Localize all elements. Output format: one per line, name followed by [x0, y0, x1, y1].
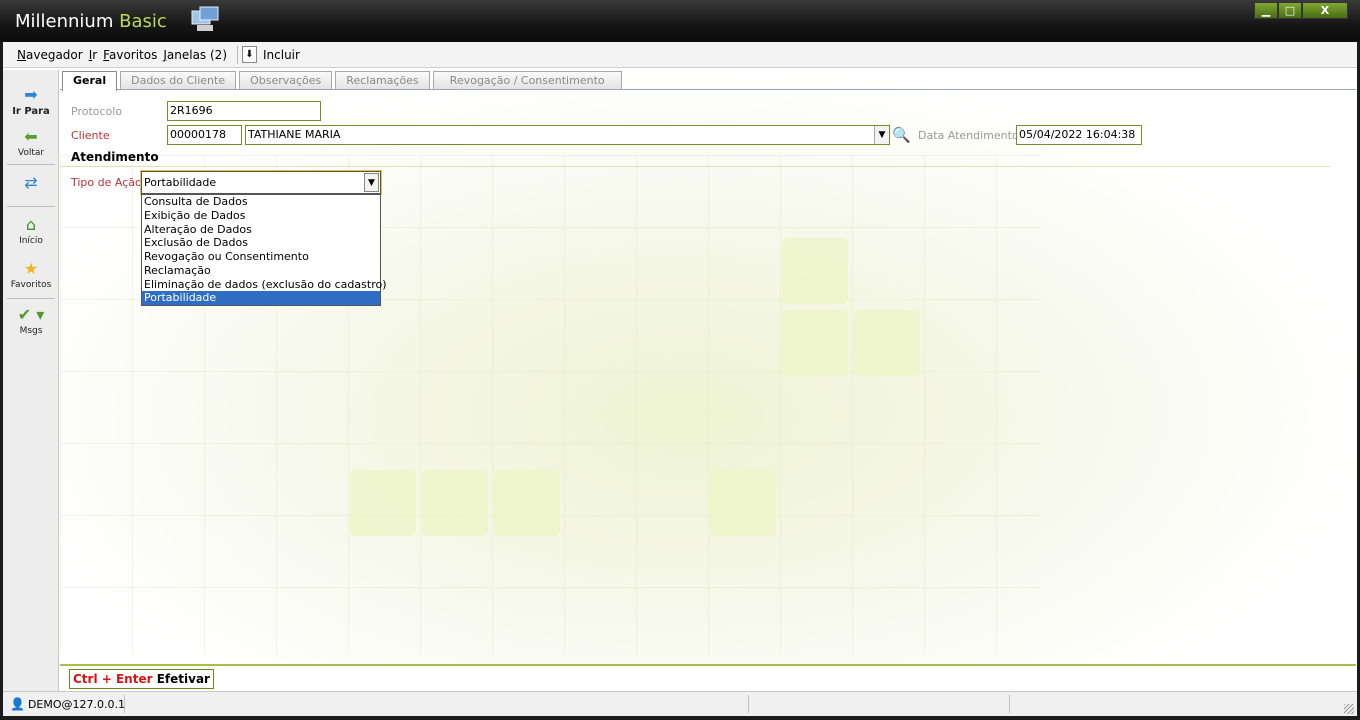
cliente-label: Cliente	[71, 129, 110, 142]
efetivar-button[interactable]: Ctrl + Enter Efetivar	[69, 669, 214, 689]
menu-separator	[237, 45, 238, 64]
protocolo-label: Protocolo	[71, 105, 123, 118]
status-user-text: DEMO@127.0.0.1	[27, 697, 126, 711]
option-exclusao[interactable]: Exclusão de Dados	[142, 236, 380, 250]
option-reclamacao[interactable]: Reclamação	[142, 264, 380, 278]
efetivar-label: Efetivar	[156, 672, 210, 686]
app-title: Millennium Basic	[15, 11, 167, 32]
option-alteracao[interactable]: Alteração de Dados	[142, 223, 380, 237]
background-tile	[782, 238, 848, 304]
background-tile	[422, 470, 488, 536]
minimize-button[interactable]: ▁	[1254, 2, 1278, 19]
user-icon: 👤	[10, 697, 25, 711]
tab-reclamacoes[interactable]: Reclamações	[335, 71, 430, 89]
action-bar: Ctrl + Enter Efetivar	[60, 664, 1356, 691]
background-tile	[710, 470, 776, 536]
cliente-code-field[interactable]: 00000178	[167, 125, 242, 145]
close-button[interactable]: X	[1302, 2, 1348, 19]
option-portabilidade[interactable]: Portabilidade	[142, 291, 380, 305]
app-title-main: Millennium	[15, 11, 114, 32]
background-tile	[782, 310, 848, 376]
window-controls: ▁ □ X	[1254, 2, 1348, 19]
option-consulta[interactable]: Consulta de Dados	[142, 195, 380, 209]
search-icon[interactable]: 🔍	[892, 126, 911, 144]
sidebar-item-label: Voltar	[17, 148, 45, 158]
chevron-down-icon[interactable]: ▼	[874, 126, 889, 144]
sidebar-divider	[7, 298, 55, 299]
arrow-right-icon: ➡	[24, 85, 38, 104]
shortcut-label: Ctrl + Enter	[73, 672, 153, 686]
cliente-name-value: TATHIANE MARIA	[248, 128, 341, 141]
menu-navegador[interactable]: Navegador	[17, 48, 83, 62]
menu-favoritos[interactable]: Favoritos	[103, 48, 157, 62]
menu-bar: Navegador Ir Favoritos Janelas (2) ⬇ Inc…	[3, 42, 1357, 68]
tipo-acao-value: Portabilidade	[144, 176, 217, 189]
status-divider	[1009, 695, 1010, 713]
tab-geral[interactable]: Geral	[62, 71, 118, 91]
sidebar-item-inicio[interactable]: ⌂ Início	[3, 215, 59, 247]
option-exibicao[interactable]: Exibição de Dados	[142, 209, 380, 223]
section-divider	[60, 166, 1330, 167]
arrow-left-icon: ⬅	[24, 127, 38, 146]
cliente-name-combo[interactable]: TATHIANE MARIA ▼	[245, 125, 890, 145]
tab-strip: Geral Dados do Cliente Observações Recla…	[62, 71, 625, 91]
status-divider	[124, 695, 125, 713]
tipo-acao-select[interactable]: Portabilidade ▼	[141, 171, 381, 194]
background-tile	[350, 470, 416, 536]
chevron-down-icon[interactable]: ▼	[364, 173, 379, 192]
sidebar-divider	[7, 164, 55, 165]
arrow-down-icon: ⬇	[242, 46, 257, 63]
sidebar: ➡ Ir Para ⬅ Voltar ⇄ ⌂ Início ★ Favorito…	[3, 70, 59, 691]
maximize-button[interactable]: □	[1278, 2, 1302, 19]
protocolo-field[interactable]: 2R1696	[167, 101, 321, 121]
content-area: Geral Dados do Cliente Observações Recla…	[60, 70, 1356, 664]
status-divider	[748, 695, 749, 713]
sidebar-divider	[7, 206, 55, 207]
home-icon: ⌂	[25, 215, 37, 234]
sidebar-item-refresh[interactable]: ⇄	[3, 174, 59, 194]
sidebar-item-favoritos[interactable]: ★ Favoritos	[3, 259, 59, 291]
include-button[interactable]: ⬇ Incluir	[242, 46, 300, 63]
sidebar-item-label: Ir Para	[12, 106, 50, 117]
tab-dados-cliente[interactable]: Dados do Cliente	[120, 71, 237, 89]
sidebar-item-label: Favoritos	[10, 280, 52, 290]
tipo-acao-label: Tipo de Ação	[71, 176, 142, 189]
resize-grip[interactable]	[1344, 704, 1354, 714]
status-user: 👤 DEMO@127.0.0.1	[10, 697, 125, 711]
tipo-acao-dropdown: Consulta de Dados Exibição de Dados Alte…	[141, 194, 387, 306]
option-revogacao[interactable]: Revogação ou Consentimento	[142, 250, 380, 264]
sidebar-item-voltar[interactable]: ⬅ Voltar	[3, 127, 59, 159]
data-atendimento-label: Data Atendimento	[918, 129, 1019, 142]
tab-observacoes[interactable]: Observações	[239, 71, 333, 89]
sidebar-item-msgs[interactable]: ✔ ▾ Msgs	[3, 305, 59, 337]
background-tile	[854, 310, 920, 376]
background-tile	[494, 470, 560, 536]
title-bar: Millennium Basic ▁ □ X	[0, 0, 1360, 42]
include-label: Incluir	[263, 47, 300, 62]
star-icon: ★	[23, 259, 39, 278]
message-icon: ✔ ▾	[17, 305, 45, 324]
sidebar-item-ir-para[interactable]: ➡ Ir Para	[3, 85, 59, 118]
tab-revogacao[interactable]: Revogação / Consentimento	[432, 71, 622, 89]
menu-janelas[interactable]: Janelas (2)	[163, 48, 227, 62]
sidebar-item-label: Início	[19, 236, 43, 246]
refresh-icon: ⇄	[24, 173, 38, 192]
sidebar-item-label: Msgs	[19, 326, 43, 336]
status-bar: 👤 DEMO@127.0.0.1	[3, 691, 1357, 716]
section-atendimento: Atendimento	[71, 150, 159, 164]
app-title-accent: Basic	[113, 11, 167, 32]
menu-ir[interactable]: Ir	[89, 48, 97, 62]
option-eliminacao[interactable]: Eliminação de dados (exclusão do cadastr…	[142, 278, 387, 292]
data-atendimento-field[interactable]: 05/04/2022 16:04:38	[1016, 125, 1142, 145]
app-logo-icon	[191, 6, 219, 31]
